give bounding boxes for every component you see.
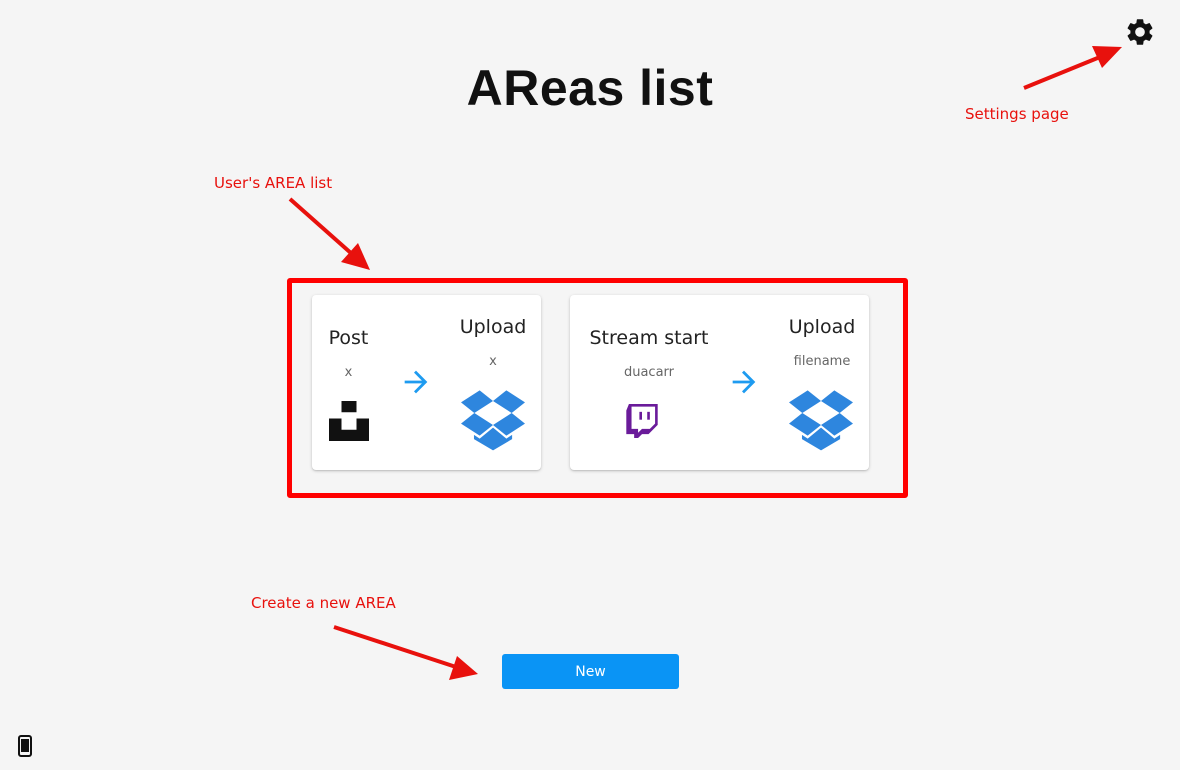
- reaction-param: filename: [793, 354, 851, 369]
- dropbox-icon: [789, 390, 853, 451]
- reaction-name: Upload: [459, 316, 527, 338]
- reaction-name: Upload: [788, 316, 856, 338]
- new-area-button[interactable]: New: [502, 654, 679, 689]
- area-card[interactable]: Post x Upload x: [312, 295, 541, 470]
- reaction-param: x: [489, 354, 497, 369]
- reaction-column: Upload filename: [782, 316, 862, 369]
- annotation-arrow-list: [288, 197, 370, 270]
- gear-icon[interactable]: [1124, 16, 1156, 48]
- reaction-column: Upload x: [457, 316, 529, 369]
- annotation-area-list: User's AREA list: [214, 174, 333, 192]
- annotation-create-area: Create a new AREA: [251, 594, 396, 612]
- dropbox-icon: [461, 390, 525, 451]
- area-card[interactable]: Stream start duacarr Upload filename: [570, 295, 869, 470]
- action-column: Stream start duacarr: [585, 327, 713, 380]
- arrow-right-icon: [732, 370, 756, 394]
- action-name: Post: [328, 327, 369, 349]
- twitch-icon: [626, 404, 658, 438]
- action-param: duacarr: [623, 365, 675, 380]
- annotation-settings-page: Settings page: [965, 105, 1069, 123]
- phone-icon[interactable]: [18, 735, 32, 757]
- unsplash-icon: [329, 401, 369, 441]
- action-name: Stream start: [589, 327, 709, 349]
- action-param: x: [344, 365, 353, 380]
- annotation-arrow-create: [333, 625, 478, 680]
- arrow-right-icon: [404, 370, 428, 394]
- action-column: Post x: [312, 327, 385, 380]
